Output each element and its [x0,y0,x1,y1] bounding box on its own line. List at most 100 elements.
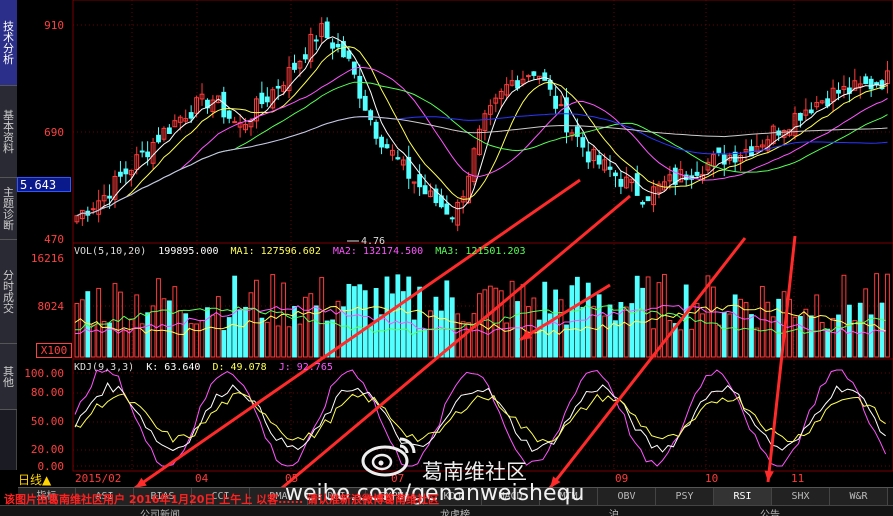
volume-bar [640,287,646,358]
image-caption: 该图片由葛南维社区用户 2016年1月20日 上午上 以客...... 请认准新… [4,493,439,506]
volume-bar [433,296,439,358]
volume-bar [319,277,325,358]
indicator-tab-rsi[interactable]: RSI [714,488,772,506]
candle-body [357,75,363,99]
volume-bar [210,314,216,358]
candle-body [580,137,586,148]
candle-body [188,112,194,119]
period-label: 日线 [18,473,43,487]
kdj-legend: KDJ(9,3,3) K: 63.640 D: 49.078 J: 92.765 [74,362,339,373]
volume-bar [384,276,390,358]
price-tick-910: 910 [44,19,64,32]
candle-body [107,195,112,199]
candle-body [553,95,559,109]
candle-body [118,171,123,177]
volume-bar [379,314,384,358]
volume-bar [118,291,123,358]
volume-bar [237,309,243,358]
volume-bar [205,307,210,358]
candle-body [373,121,379,139]
candle-body [585,151,591,163]
volume-bar [232,275,238,358]
vol-indicator-name: VOL(5,10,20) [74,246,147,257]
volume-bar [759,285,765,358]
volume-bar [623,306,629,358]
volume-bar [678,329,684,358]
candle-body [90,208,96,211]
volume-bar [128,318,134,358]
dragon-tiger-list-link[interactable]: 龙虎榜 [440,506,470,516]
volume-bar [351,286,357,358]
candle-body [863,76,869,85]
indicator-tab-psy[interactable]: PSY [656,488,714,506]
announcement-link[interactable]: 公告 [760,506,780,516]
volume-bar [602,315,607,358]
volume-bar [689,328,695,358]
candle-body [379,136,384,148]
candle-body [395,157,401,160]
candle-body [145,151,151,158]
indicator-tab-shx[interactable]: SHX [772,488,830,506]
x-label-11: 11 [791,472,805,485]
kdj-tick-80: 80.00 [30,386,64,399]
candle-body [531,71,537,76]
market-label: 沪 [609,510,619,516]
candle-body [368,110,374,121]
candle-body [596,155,602,165]
candle-body [776,130,782,136]
candle-body [330,42,335,49]
volume-bar [830,317,836,358]
volume-bar [455,313,461,358]
volume-bar [281,282,287,358]
volume-bar [248,292,254,358]
candle-body [313,39,319,42]
volume-bar [634,275,640,358]
volume-bar [754,327,760,358]
volume-bar [357,284,363,358]
volume-bar [515,301,520,358]
volume-bar [422,328,428,358]
volume-bar [150,305,156,358]
volume-bar [607,304,613,358]
volume-bar [498,290,504,358]
volume-bar [145,312,151,358]
candle-body [645,196,651,202]
vol-value: 199895.000 [158,246,219,257]
candle-body [226,110,232,119]
volume-bar [161,298,167,358]
volume-bar [825,328,831,358]
ma120-line [76,116,888,217]
volume-bar [471,313,477,358]
kdj-tick-100: 100.00 [24,367,64,380]
candle-body [292,62,297,70]
ma5-line [76,36,888,217]
candle-body [618,178,624,187]
volume-bar [417,286,423,358]
volume-bar [716,324,722,358]
volume-bar [243,306,248,358]
volume-bar [466,322,471,358]
volume-bar [841,274,847,358]
period-dropdown-icon: ▲ [42,473,52,487]
period-selector[interactable]: 日线▲ [18,471,52,488]
candle-body [694,171,700,176]
candle-body [335,43,341,48]
candle-body [542,72,548,81]
candle-body [417,174,423,188]
indicator-tab-wr[interactable]: W&R [830,488,888,506]
candle-body [836,89,841,94]
volume-bar [308,293,314,358]
indicator-tab-obv[interactable]: OBV [598,488,656,506]
company-news-link[interactable]: 公司新闻 [140,506,180,516]
kdj-tick-50: 50.00 [30,415,64,428]
x-label-09: 09 [615,472,629,485]
candle-body [721,154,727,165]
volume-bar [667,319,673,358]
vol-tick-mid: 8024 [37,300,65,313]
candle-body [444,203,450,215]
candle-body [232,121,238,124]
volume-bar [172,286,178,358]
price-tick-690: 690 [44,126,64,139]
x-label-04: 04 [195,472,209,485]
stock-chart[interactable]: 4.76 [0,0,893,487]
